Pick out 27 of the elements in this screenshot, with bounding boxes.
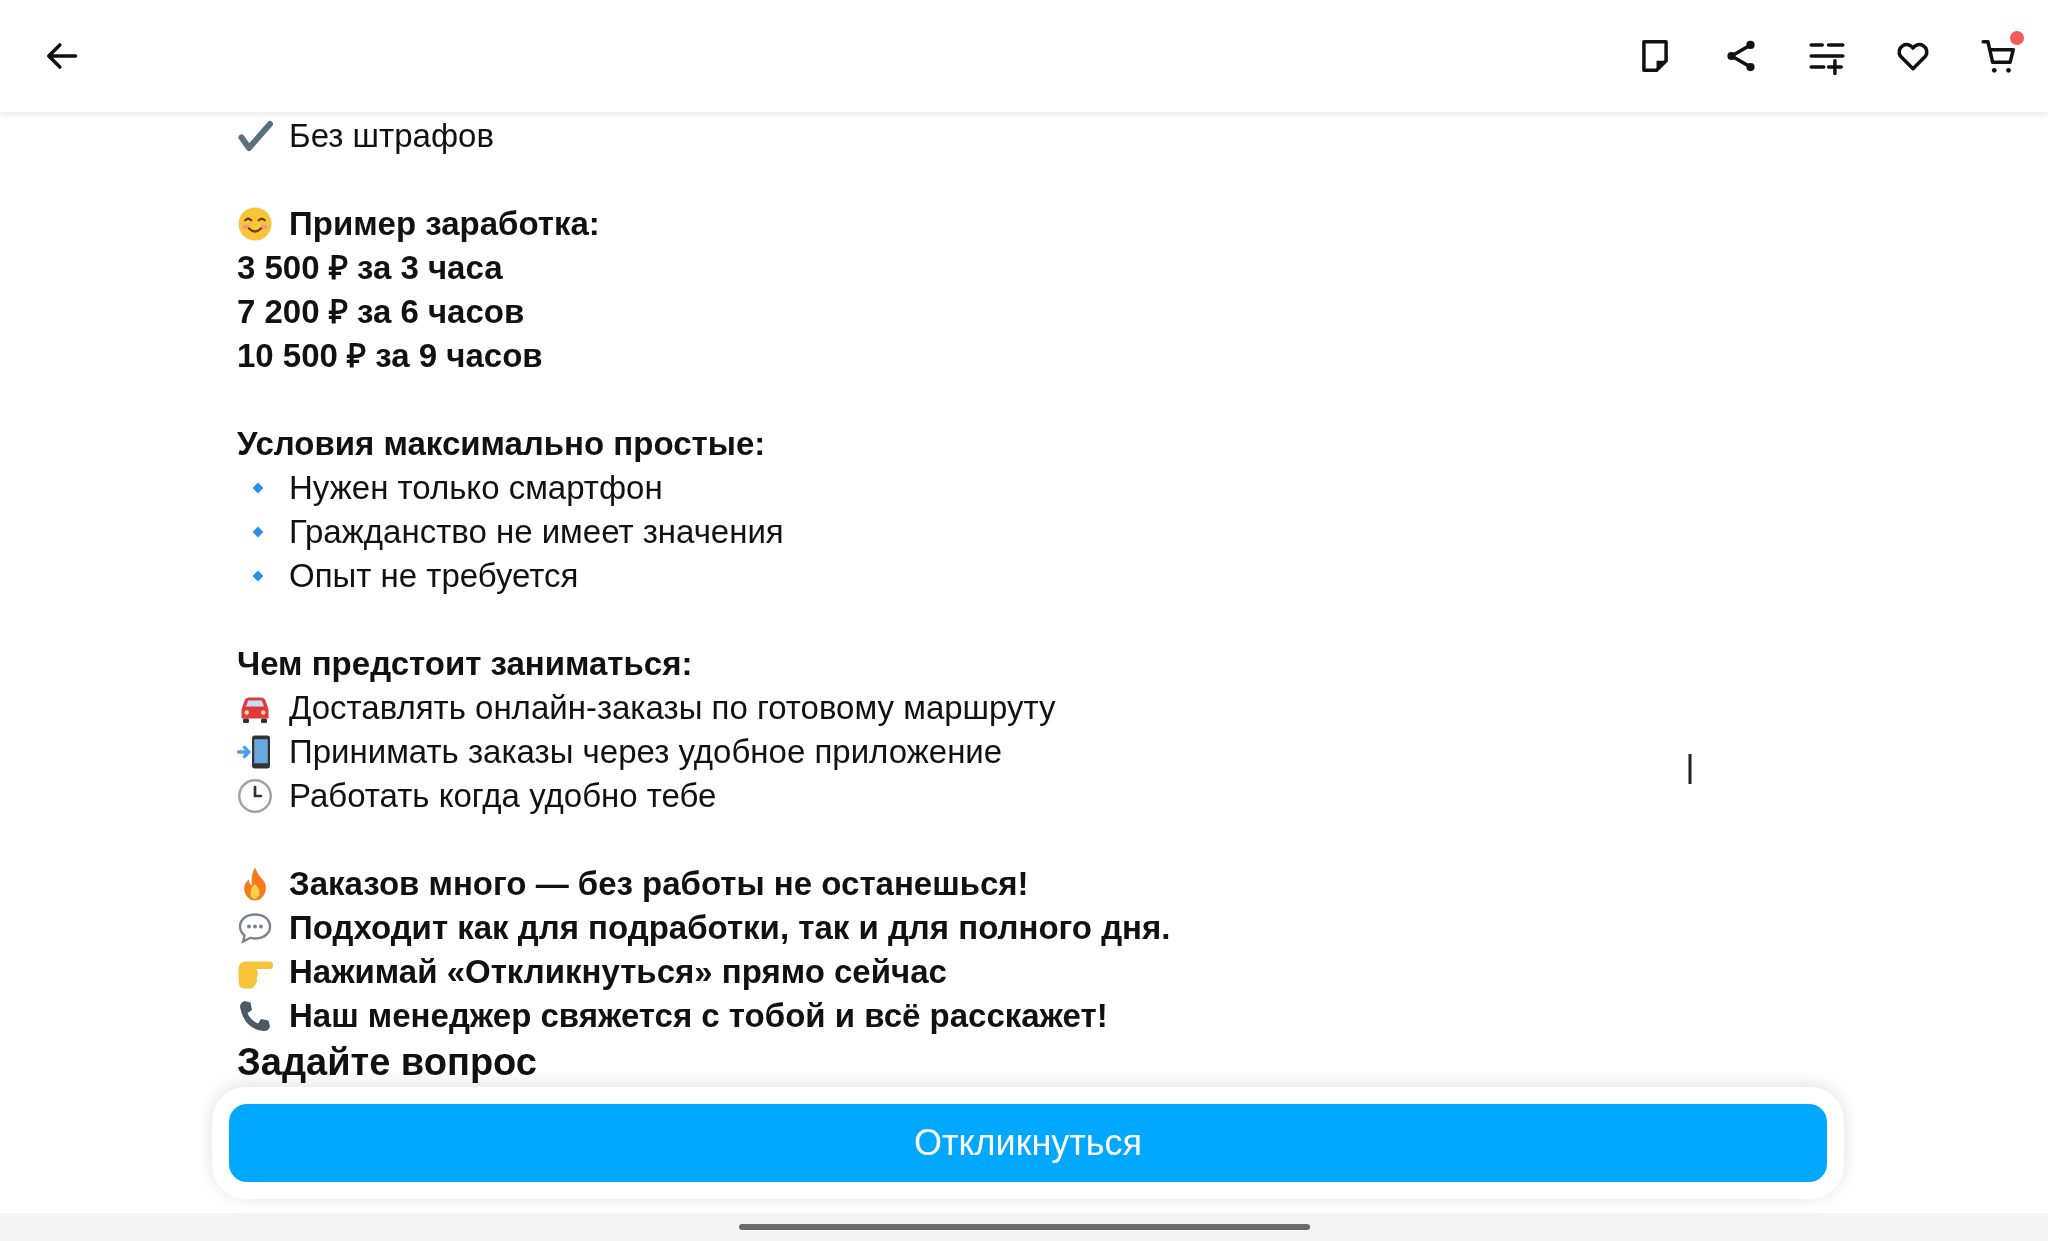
speech-bubble-icon [237, 910, 273, 946]
smiling-emoji-icon [237, 206, 273, 242]
bold-text-line: Заказов много — без работы не останешься! [289, 864, 1029, 904]
bold-text-line: Чем предстоит заниматься: [237, 644, 693, 684]
text-line: Принимать заказы через удобное приложение [289, 732, 1003, 772]
text-line: Доставлять онлайн-заказы по готовому маршруту [289, 688, 1056, 728]
check-mark-icon [237, 118, 273, 154]
clock-icon [237, 778, 273, 814]
respond-button[interactable]: Откликнуться [229, 1104, 1827, 1182]
bold-text-line: 10 500 ₽ за 9 часов [237, 336, 543, 376]
cart-icon[interactable] [1980, 37, 2018, 75]
section-heading: Задайте вопрос [237, 1042, 537, 1082]
phone-arrow-icon [237, 734, 273, 770]
telephone-icon [237, 998, 273, 1034]
bold-text-line: Подходит как для подработки, так и для полного дня. [289, 908, 1171, 948]
bold-text-line: Наш менеджер свяжется с тобой и всё расскажет! [289, 996, 1108, 1036]
bold-text-line: 3 500 ₽ за 3 часа [237, 248, 503, 288]
bold-text-line: Условия максимально простые: [237, 424, 766, 464]
text-line: Без штрафов [289, 116, 494, 156]
text-line: Работать когда удобно тебе [289, 776, 717, 816]
bold-text-line: Пример заработка: [289, 204, 600, 244]
text-line: Гражданство не имеет значения [289, 512, 784, 552]
bold-text-line: Нажимай «Откликнуться» прямо сейчас [289, 952, 947, 992]
text-line: Опыт не требуется [289, 556, 579, 596]
bold-text-line: 7 200 ₽ за 6 часов [237, 292, 525, 332]
text-line: Нужен только смартфон [289, 468, 663, 508]
text-cursor-icon [1688, 754, 1692, 784]
